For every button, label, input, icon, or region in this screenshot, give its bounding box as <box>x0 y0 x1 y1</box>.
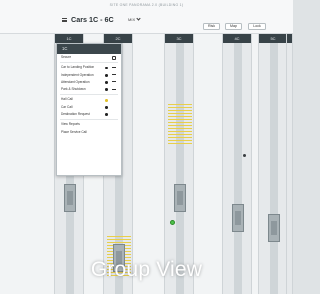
panel-item-park-shutdown[interactable]: Park & Shutdown <box>57 86 121 93</box>
panel-item-destination-request[interactable]: Destination Request <box>57 111 121 118</box>
panel-item-label: Secure <box>61 55 72 59</box>
divider <box>60 62 118 64</box>
panel-item-service-call[interactable]: Place Service Call <box>57 129 121 136</box>
menu-icon[interactable] <box>62 18 67 22</box>
panel-title: 1C <box>57 44 121 54</box>
car-3c[interactable] <box>174 184 186 212</box>
panel-item-secure[interactable]: Secure <box>57 54 121 61</box>
panel-item-car-call[interactable]: Car Call <box>57 104 121 111</box>
column-header-5c[interactable]: 5C <box>259 34 287 43</box>
panel-item-hall-call[interactable]: Hall Call <box>57 96 121 103</box>
arrow-icon <box>112 74 116 76</box>
elevator-columns: 1C 2C 3C 4C 5C <box>0 34 293 294</box>
car-column-3c[interactable]: 3C <box>164 34 194 294</box>
column-header-6c[interactable] <box>287 34 292 43</box>
status-dot-icon <box>105 88 108 92</box>
column-header-2c[interactable]: 2C <box>104 34 132 43</box>
panel-item-label: Place Service Call <box>61 129 87 134</box>
status-dot-icon <box>105 66 108 70</box>
car-1c[interactable] <box>64 184 76 212</box>
map-button[interactable]: Map <box>225 23 242 30</box>
lock-icon <box>112 55 116 60</box>
panel-item-view-reports[interactable]: View Reports <box>57 121 121 128</box>
car-5c[interactable] <box>268 214 280 242</box>
group-title: Cars 1C - 6C <box>71 15 114 24</box>
hall-call-indicator <box>168 104 192 144</box>
panel-item-label: Attendant Operation <box>61 79 90 84</box>
panel-item-label: View Reports <box>61 122 80 127</box>
column-header-4c[interactable]: 4C <box>223 34 251 43</box>
mode-select[interactable]: MIX <box>128 16 141 22</box>
lock-button[interactable]: Lock <box>248 23 266 30</box>
divider <box>60 94 118 96</box>
risk-button[interactable]: Risk <box>203 23 220 30</box>
hoistway-lane <box>270 43 278 294</box>
car-column-4c[interactable]: 4C <box>222 34 252 294</box>
app-title: SITE ONE PANORAMA 2.0 (BUILDING 1) <box>109 3 184 7</box>
mode-select-label: MIX <box>128 17 136 22</box>
column-header-1c[interactable]: 1C <box>55 34 83 43</box>
car-column-6c[interactable] <box>286 34 293 294</box>
divider <box>60 119 118 121</box>
car-column-5c[interactable]: 5C <box>258 34 288 294</box>
panel-item-attendant[interactable]: Attendant Operation <box>57 79 121 86</box>
panel-item-label: Park & Shutdown <box>61 87 86 92</box>
overlay-caption: Group View <box>90 258 203 281</box>
status-dot-icon <box>105 81 108 84</box>
arrow-icon <box>112 66 116 69</box>
arrow-icon <box>112 81 116 83</box>
hoistway-lane <box>176 43 184 294</box>
panel-item-label: Car Call <box>61 104 73 109</box>
app-header: SITE ONE PANORAMA 2.0 (BUILDING 1) Cars … <box>0 0 293 34</box>
panel-item-label: Car to Landing Position <box>61 65 95 70</box>
panel-item-label: Destination Request <box>61 112 90 117</box>
car-action-panel: 1C Secure Car to Landing Position Indepe… <box>56 43 122 176</box>
chevron-down-icon <box>136 16 141 21</box>
arrow-icon <box>112 88 116 91</box>
panel-item-label: Hall Call <box>61 97 73 102</box>
hoistway-lane <box>234 43 242 294</box>
panel-item-label: Independent Operation <box>61 72 94 77</box>
status-dot-icon <box>105 73 108 77</box>
car-status-icon <box>170 220 175 225</box>
panel-item-independent[interactable]: Independent Operation <box>57 72 121 79</box>
screenshot-frame: SITE ONE PANORAMA 2.0 (BUILDING 1) Cars … <box>0 0 293 294</box>
destination-dot-icon <box>105 113 108 117</box>
panel-item-car-to-landing[interactable]: Car to Landing Position <box>57 64 121 71</box>
hall-call-dot-icon <box>105 98 108 102</box>
car-call-icon <box>243 154 246 157</box>
car-call-dot-icon <box>105 106 108 109</box>
column-header-3c[interactable]: 3C <box>165 34 193 43</box>
car-4c[interactable] <box>232 204 244 232</box>
